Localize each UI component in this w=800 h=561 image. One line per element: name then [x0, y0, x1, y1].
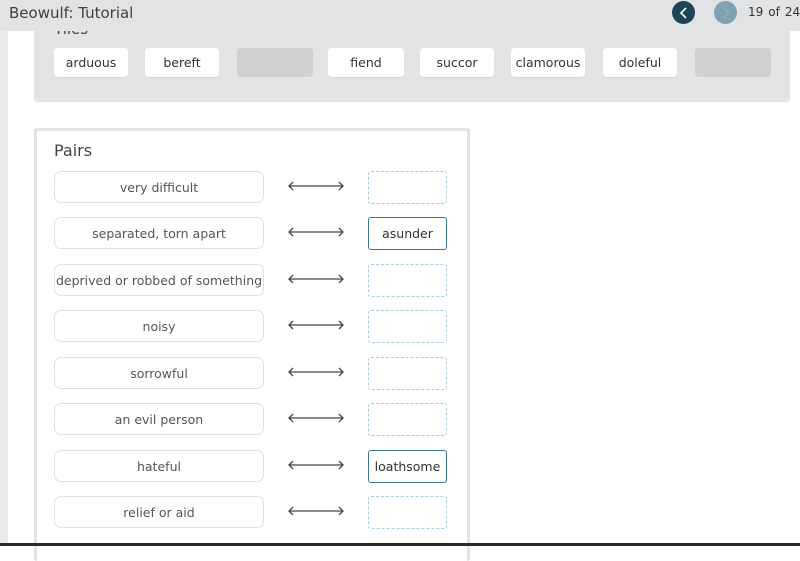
answer-drop-slot[interactable] — [368, 496, 447, 529]
chevron-left-icon — [679, 6, 687, 19]
double-arrow-icon — [288, 181, 344, 191]
left-rail — [0, 0, 8, 546]
pairs-heading: Pairs — [54, 141, 93, 160]
tile-doleful[interactable]: doleful — [603, 48, 677, 77]
pair-row: sorrowful — [54, 357, 449, 390]
tile-arduous[interactable]: arduous — [54, 48, 128, 77]
pair-row: separated, torn apart asunder — [54, 217, 449, 250]
double-arrow-icon — [288, 320, 344, 330]
double-arrow-icon — [288, 413, 344, 423]
answer-slot-filled[interactable]: loathsome — [368, 450, 447, 483]
tile-succor[interactable]: succor — [420, 48, 494, 77]
previous-page-button[interactable] — [672, 1, 695, 24]
answer-slot-filled[interactable]: asunder — [368, 217, 447, 250]
pair-definition: separated, torn apart — [54, 217, 264, 249]
pair-row: deprived or robbed of something — [54, 264, 449, 297]
page-current: 19 — [748, 5, 764, 19]
answer-drop-slot[interactable] — [368, 171, 447, 204]
page-counter: 19 of 24 — [748, 5, 800, 19]
pair-definition: noisy — [54, 310, 264, 342]
pair-definition: an evil person — [54, 403, 264, 435]
tile-clamorous[interactable]: clamorous — [511, 48, 585, 77]
top-bar: Beowulf: Tutorial 19 of 24 — [0, 0, 800, 31]
page-of: of — [768, 5, 780, 19]
pairs-panel: Pairs very difficult separated, torn apar… — [34, 128, 470, 561]
double-arrow-icon — [288, 460, 344, 470]
answer-drop-slot[interactable] — [368, 310, 447, 343]
double-arrow-icon — [288, 227, 344, 237]
answer-drop-slot[interactable] — [368, 403, 447, 436]
double-arrow-icon — [288, 367, 344, 377]
page-title: Beowulf: Tutorial — [9, 4, 134, 22]
tile-empty-slot — [237, 48, 313, 77]
pair-definition: relief or aid — [54, 496, 264, 528]
page-total: 24 — [784, 5, 800, 19]
pair-row: hateful loathsome — [54, 450, 449, 483]
pair-definition: sorrowful — [54, 357, 264, 389]
tiles-panel: Tiles arduous bereft fiend succor clamor… — [34, 20, 790, 102]
pair-row: noisy — [54, 310, 449, 343]
double-arrow-icon — [288, 506, 344, 516]
chevron-right-icon — [722, 6, 730, 19]
answer-drop-slot[interactable] — [368, 357, 447, 390]
tile-fiend[interactable]: fiend — [328, 48, 404, 77]
pair-row: an evil person — [54, 403, 449, 436]
pair-row: very difficult — [54, 171, 449, 204]
tile-bereft[interactable]: bereft — [145, 48, 219, 77]
pair-definition: hateful — [54, 450, 264, 482]
double-arrow-icon — [288, 274, 344, 284]
answer-drop-slot[interactable] — [368, 264, 447, 297]
pair-row: relief or aid — [54, 496, 449, 529]
pair-definition: deprived or robbed of something — [54, 264, 264, 296]
tile-empty-slot — [695, 48, 771, 77]
pair-definition: very difficult — [54, 171, 264, 203]
next-page-button[interactable] — [714, 1, 737, 24]
